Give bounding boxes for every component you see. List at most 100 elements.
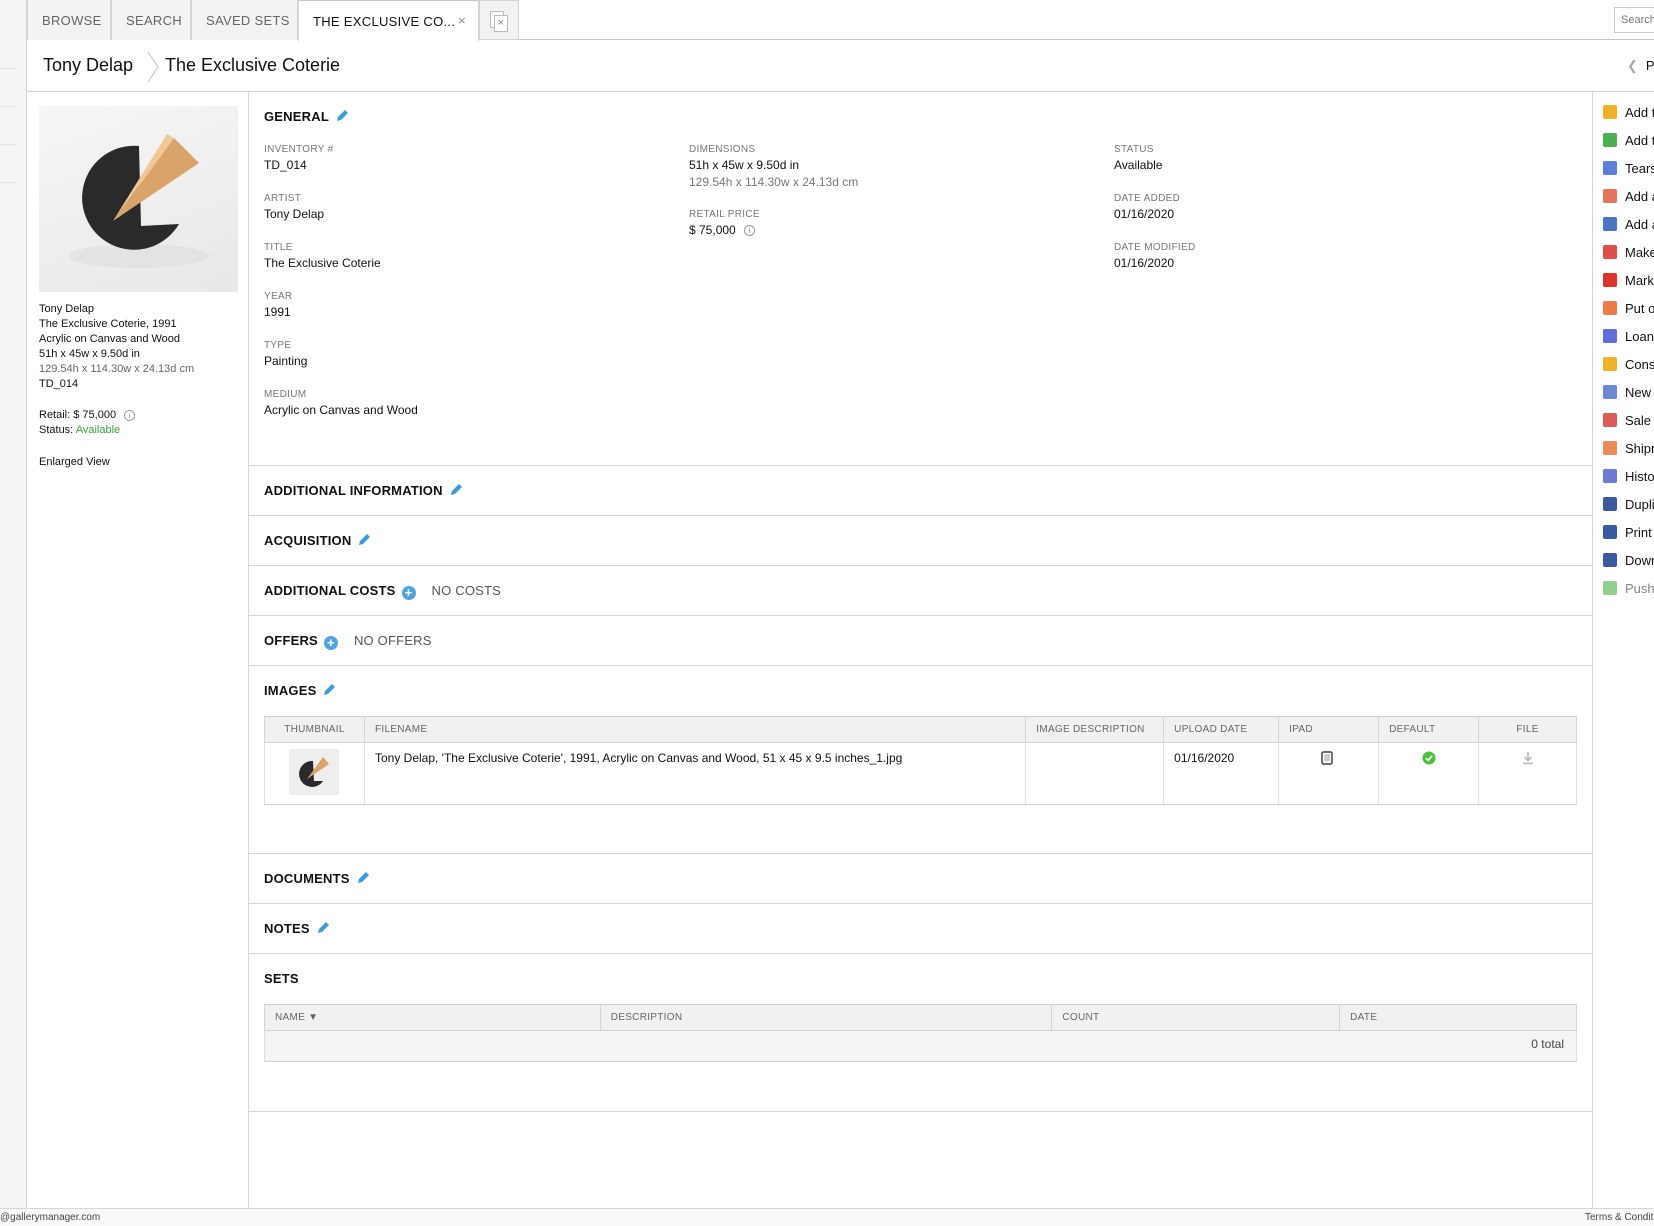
action-item[interactable]: Loan <box>1603 326 1654 346</box>
action-item[interactable]: Sale <box>1603 410 1651 430</box>
acquisition-heading: ACQUISITION <box>264 533 371 548</box>
inventory-search-input[interactable] <box>1614 7 1654 33</box>
col-filename[interactable]: FILENAME <box>363 716 1027 743</box>
previous-button[interactable]: ❮ Previo <box>1627 58 1654 74</box>
edit-pencil-icon[interactable] <box>356 871 370 885</box>
info-icon[interactable]: i <box>743 225 755 237</box>
col-date[interactable]: DATE <box>1339 1004 1577 1031</box>
print-icon <box>1603 525 1617 539</box>
breadcrumb-separator-icon <box>147 51 159 83</box>
action-item[interactable]: Cons <box>1603 354 1654 374</box>
dimensions-cm-value: 129.54h x 114.30w x 24.13d cm <box>689 175 859 189</box>
tab-search[interactable]: SEARCH <box>111 0 191 40</box>
action-item[interactable]: Push <box>1603 578 1654 598</box>
action-item[interactable]: Down <box>1603 550 1654 570</box>
action-item[interactable]: Add t <box>1603 130 1654 150</box>
action-item[interactable]: Make <box>1603 242 1654 262</box>
push-arrow-icon <box>1603 581 1617 595</box>
footer-email-link[interactable]: @gallerymanager.com <box>0 1212 100 1223</box>
notes-heading: NOTES <box>264 921 330 936</box>
col-default[interactable]: DEFAULT <box>1378 716 1480 743</box>
retail-price-label: RETAIL PRICE <box>689 209 760 220</box>
unavailable-icon <box>1603 245 1617 259</box>
edit-pencil-icon[interactable] <box>316 921 330 935</box>
action-item[interactable]: Add t <box>1603 102 1654 122</box>
add-to-folder-icon <box>1603 105 1617 119</box>
col-ipad[interactable]: IPAD <box>1278 716 1380 743</box>
medium-value: Acrylic on Canvas and Wood <box>264 403 418 417</box>
action-item[interactable]: Mark <box>1603 270 1654 290</box>
date-modified-value: 01/16/2020 <box>1114 256 1175 270</box>
artwork-summary-panel: Tony Delap The Exclusive Coterie, 1991 A… <box>27 92 249 1208</box>
new-tab-button[interactable]: × <box>479 0 519 40</box>
col-count[interactable]: COUNT <box>1051 1004 1341 1031</box>
sets-table-header: NAME ▼ DESCRIPTION COUNT DATE <box>264 1004 1577 1031</box>
offers-section: OFFERS + No Offers <box>249 616 1592 666</box>
col-file[interactable]: FILE <box>1478 716 1577 743</box>
tab-saved-sets[interactable]: SAVED SETS <box>191 0 298 40</box>
info-icon[interactable]: i <box>124 409 136 421</box>
acquisition-section: ACQUISITION <box>249 516 1592 566</box>
edit-pencil-icon[interactable] <box>322 683 336 697</box>
default-check-icon[interactable] <box>1422 751 1436 765</box>
action-item[interactable]: Put o <box>1603 298 1654 318</box>
default-cell <box>1378 742 1480 805</box>
action-label: Print <box>1625 524 1652 540</box>
action-item[interactable]: New ( <box>1603 382 1654 402</box>
action-item[interactable]: Shipn <box>1603 438 1654 458</box>
previous-label: Previo <box>1645 58 1654 73</box>
images-heading: IMAGES <box>264 683 336 698</box>
acquisition-label: ACQUISITION <box>264 533 352 548</box>
action-item[interactable]: Tears <box>1603 158 1654 178</box>
documents-heading: DOCUMENTS <box>264 871 370 886</box>
col-name-sort[interactable]: NAME ▼ <box>264 1004 601 1031</box>
col-image-description[interactable]: IMAGE DESCRIPTION <box>1025 716 1165 743</box>
summary-retail-label: Retail: <box>39 409 71 421</box>
col-thumbnail[interactable]: THUMBNAIL <box>264 716 365 743</box>
type-value: Painting <box>264 354 308 368</box>
status-label: STATUS <box>1114 144 1154 155</box>
action-item[interactable]: Add a <box>1603 186 1654 206</box>
download-file-icon[interactable] <box>1522 751 1534 765</box>
image-thumbnail[interactable] <box>264 742 365 805</box>
edit-pencil-icon[interactable] <box>335 109 349 123</box>
table-row[interactable]: Tony Delap, 'The Exclusive Coterie', 199… <box>264 742 1577 805</box>
edit-pencil-icon[interactable] <box>357 533 371 547</box>
action-item[interactable]: Dupli <box>1603 494 1654 514</box>
action-label: Add t <box>1625 132 1654 148</box>
col-description[interactable]: DESCRIPTION <box>599 1004 1053 1031</box>
tab-browse[interactable]: BROWSE <box>27 0 111 40</box>
rail-divider <box>0 68 16 69</box>
summary-status-label: Status: <box>39 424 74 436</box>
mark-sold-icon <box>1603 273 1617 287</box>
col-upload-date[interactable]: UPLOAD DATE <box>1163 716 1280 743</box>
breadcrumb-artist[interactable]: Tony Delap <box>43 55 133 76</box>
action-label: Dupli <box>1625 496 1654 512</box>
tab-bar: BROWSE SEARCH SAVED SETS THE EXCLUSIVE C… <box>27 0 1654 41</box>
tearsheet-icon <box>1603 161 1617 175</box>
terms-link[interactable]: Terms & Conditi <box>1585 1212 1654 1223</box>
summary-retail-value: $ 75,000 <box>73 409 117 421</box>
no-offers-text: No Offers <box>353 633 432 648</box>
images-label: IMAGES <box>264 683 317 698</box>
general-heading: GENERAL <box>264 109 349 124</box>
image-upload-date: 01/16/2020 <box>1163 742 1280 805</box>
action-item[interactable]: Print <box>1603 522 1652 542</box>
enlarged-view-link[interactable]: Enlarged View <box>39 455 110 470</box>
ipad-icon[interactable] <box>1321 751 1333 765</box>
tab-artwork[interactable]: THE EXCLUSIVE CO... × <box>298 0 479 41</box>
add-offer-icon[interactable]: + <box>323 636 338 650</box>
sets-total: 0 total <box>264 1030 1577 1062</box>
action-item[interactable]: Add a <box>1603 214 1654 234</box>
hold-hand-icon <box>1603 301 1617 315</box>
artwork-image[interactable] <box>39 106 238 292</box>
inventory-value: TD_014 <box>264 158 307 172</box>
sets-table: NAME ▼ DESCRIPTION COUNT DATE 0 total <box>264 1004 1577 1062</box>
close-tab-icon[interactable]: × <box>458 13 466 28</box>
add-cost-icon[interactable]: + <box>401 586 416 600</box>
action-item[interactable]: Histo <box>1603 466 1654 486</box>
edit-pencil-icon[interactable] <box>449 483 463 497</box>
sets-section: SETS NAME ▼ DESCRIPTION COUNT DATE 0 tot… <box>249 954 1592 1112</box>
action-label: Mark <box>1625 272 1654 288</box>
retail-price-amount: $ 75,000 <box>689 223 736 237</box>
